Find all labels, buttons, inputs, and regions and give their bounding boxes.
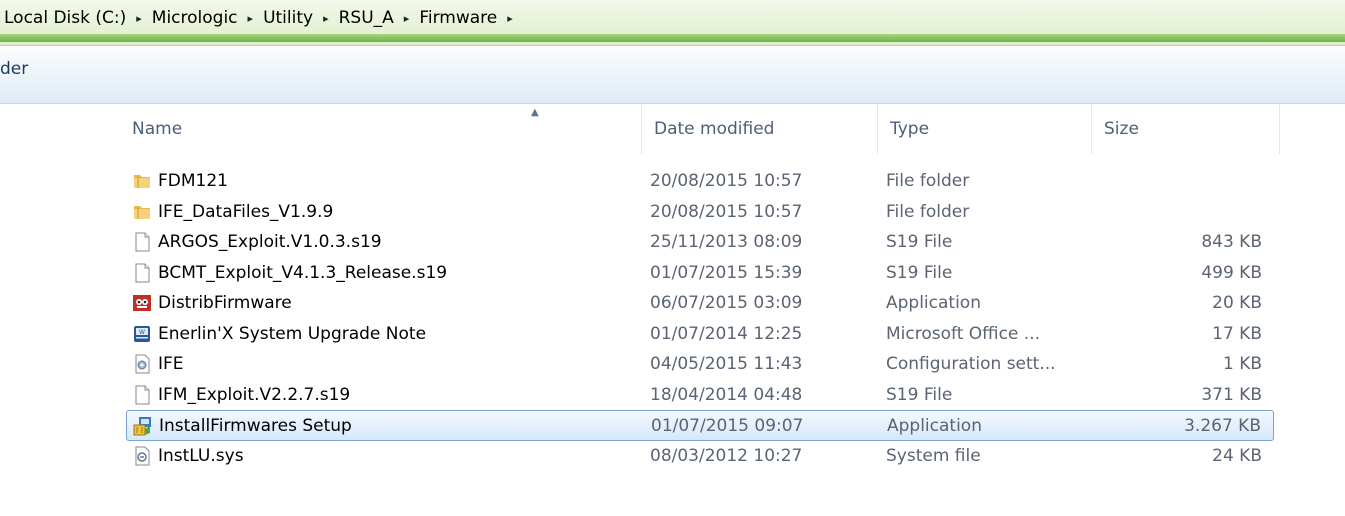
column-header-type-label: Type — [890, 119, 930, 139]
file-date-modified: 18/04/2014 04:48 — [650, 384, 803, 405]
file-name: BCMT_Exploit_V4.1.3_Release.s19 — [158, 262, 448, 283]
file-name: DistribFirmware — [158, 293, 292, 313]
breadcrumb: Local Disk (C:) ▸ Micrologic ▸ Utility ▸… — [0, 6, 519, 30]
file-type: Configuration sett... — [886, 354, 1056, 374]
column-header-size[interactable]: Size — [1092, 104, 1280, 154]
file-size: 1 KB — [1222, 354, 1262, 374]
file-row[interactable]: IFE_DataFiles_V1.9.9 20/08/2015 10:57 File… — [126, 197, 1274, 228]
breadcrumb-separator-icon[interactable]: ▸ — [317, 12, 335, 25]
address-bar[interactable]: Local Disk (C:) ▸ Micrologic ▸ Utility ▸… — [0, 0, 1345, 46]
file-row[interactable]: InstLU.sys 08/03/2012 10:27 System file 24 … — [126, 441, 1274, 472]
file-type: File folder — [886, 201, 970, 222]
application-icon — [132, 293, 152, 313]
file-size: 3.267 KB — [1184, 416, 1261, 436]
file-size: 371 KB — [1201, 384, 1262, 405]
settings-file-icon — [132, 354, 152, 374]
file-row[interactable]: W Enerlin'X System Upgrade Note 01/07/2014… — [126, 319, 1274, 350]
file-icon — [132, 385, 152, 405]
installer-icon — [133, 416, 153, 436]
file-row[interactable]: ARGOS_Exploit.V1.0.3.s19 25/11/2013 08:09… — [126, 227, 1274, 258]
file-date-modified: 06/07/2015 03:09 — [650, 293, 803, 313]
file-date-modified: 01/07/2015 09:07 — [651, 416, 804, 436]
file-type: System file — [886, 445, 981, 466]
file-row[interactable]: IFM_Exploit.V2.2.7.s19 18/04/2014 04:48 S1… — [126, 380, 1274, 411]
file-size: 24 KB — [1212, 445, 1262, 466]
file-type: Application — [886, 293, 981, 313]
system-file-icon — [132, 446, 152, 466]
file-size: 843 KB — [1201, 232, 1262, 252]
breadcrumb-item-firmware[interactable]: Firmware — [415, 8, 501, 28]
file-type: S19 File — [886, 232, 953, 252]
file-size: 20 KB — [1212, 293, 1262, 313]
column-header-date-label: Date modified — [654, 119, 775, 139]
column-header-type[interactable]: Type — [878, 104, 1092, 154]
file-date-modified: 20/08/2015 10:57 — [650, 201, 803, 222]
file-row[interactable]: IFE 04/05/2015 11:43 Configuration sett...… — [126, 349, 1274, 380]
file-type: Microsoft Office ... — [886, 323, 1041, 344]
file-size: 17 KB — [1212, 323, 1262, 344]
column-header-name-label: Name — [132, 119, 183, 139]
new-folder-button[interactable]: der — [0, 59, 28, 79]
file-date-modified: 01/07/2015 15:39 — [650, 262, 803, 283]
breadcrumb-item-rsu-a[interactable]: RSU_A — [335, 8, 398, 28]
file-row[interactable]: DistribFirmware 06/07/2015 03:09 Applicati… — [126, 288, 1274, 319]
file-type: Application — [887, 416, 982, 436]
folder-icon — [132, 202, 152, 222]
file-row[interactable]: BCMT_Exploit_V4.1.3_Release.s19 01/07/201… — [126, 258, 1274, 289]
file-date-modified: 04/05/2015 11:43 — [650, 354, 803, 374]
file-name: FDM121 — [158, 171, 228, 191]
file-name: ARGOS_Exploit.V1.0.3.s19 — [158, 232, 382, 252]
column-header: ▲ Name Date modified Type Size — [120, 104, 1345, 154]
breadcrumb-item-local-disk[interactable]: Local Disk (C:) — [0, 8, 130, 28]
file-name: InstallFirmwares Setup — [159, 416, 352, 436]
file-name: IFM_Exploit.V2.2.7.s19 — [158, 384, 351, 405]
command-bar: der — [0, 46, 1345, 104]
file-date-modified: 25/11/2013 08:09 — [650, 232, 803, 252]
file-icon — [132, 232, 152, 252]
word-document-icon: W — [132, 324, 152, 344]
column-header-size-label: Size — [1104, 119, 1139, 139]
file-name: IFE_DataFiles_V1.9.9 — [158, 201, 334, 222]
file-type: S19 File — [886, 262, 953, 283]
breadcrumb-separator-icon[interactable]: ▸ — [130, 12, 148, 25]
column-header-name[interactable]: ▲ Name — [120, 104, 642, 154]
file-name: InstLU.sys — [158, 445, 244, 466]
breadcrumb-separator-icon[interactable]: ▸ — [501, 12, 519, 25]
breadcrumb-separator-icon[interactable]: ▸ — [242, 12, 260, 25]
file-name: IFE — [158, 354, 184, 374]
file-date-modified: 08/03/2012 10:27 — [650, 445, 803, 466]
breadcrumb-separator-icon[interactable]: ▸ — [398, 12, 416, 25]
file-type: S19 File — [886, 384, 953, 405]
breadcrumb-item-micrologic[interactable]: Micrologic — [148, 8, 242, 28]
file-icon — [132, 263, 152, 283]
column-header-date[interactable]: Date modified — [642, 104, 878, 154]
file-date-modified: 01/07/2014 12:25 — [650, 323, 803, 344]
file-type: File folder — [886, 171, 970, 191]
file-date-modified: 20/08/2015 10:57 — [650, 171, 803, 191]
breadcrumb-item-utility[interactable]: Utility — [259, 8, 317, 28]
file-row[interactable]: InstallFirmwares Setup 01/07/2015 09:07 Ap… — [126, 410, 1274, 441]
folder-icon — [132, 171, 152, 191]
file-size: 499 KB — [1201, 262, 1262, 283]
address-progress-bar — [0, 34, 1345, 42]
sort-ascending-icon: ▲ — [531, 107, 539, 118]
file-row[interactable]: FDM121 20/08/2015 10:57 File folder — [126, 166, 1274, 197]
file-name: Enerlin'X System Upgrade Note — [158, 323, 427, 344]
svg-text:W: W — [139, 329, 145, 336]
